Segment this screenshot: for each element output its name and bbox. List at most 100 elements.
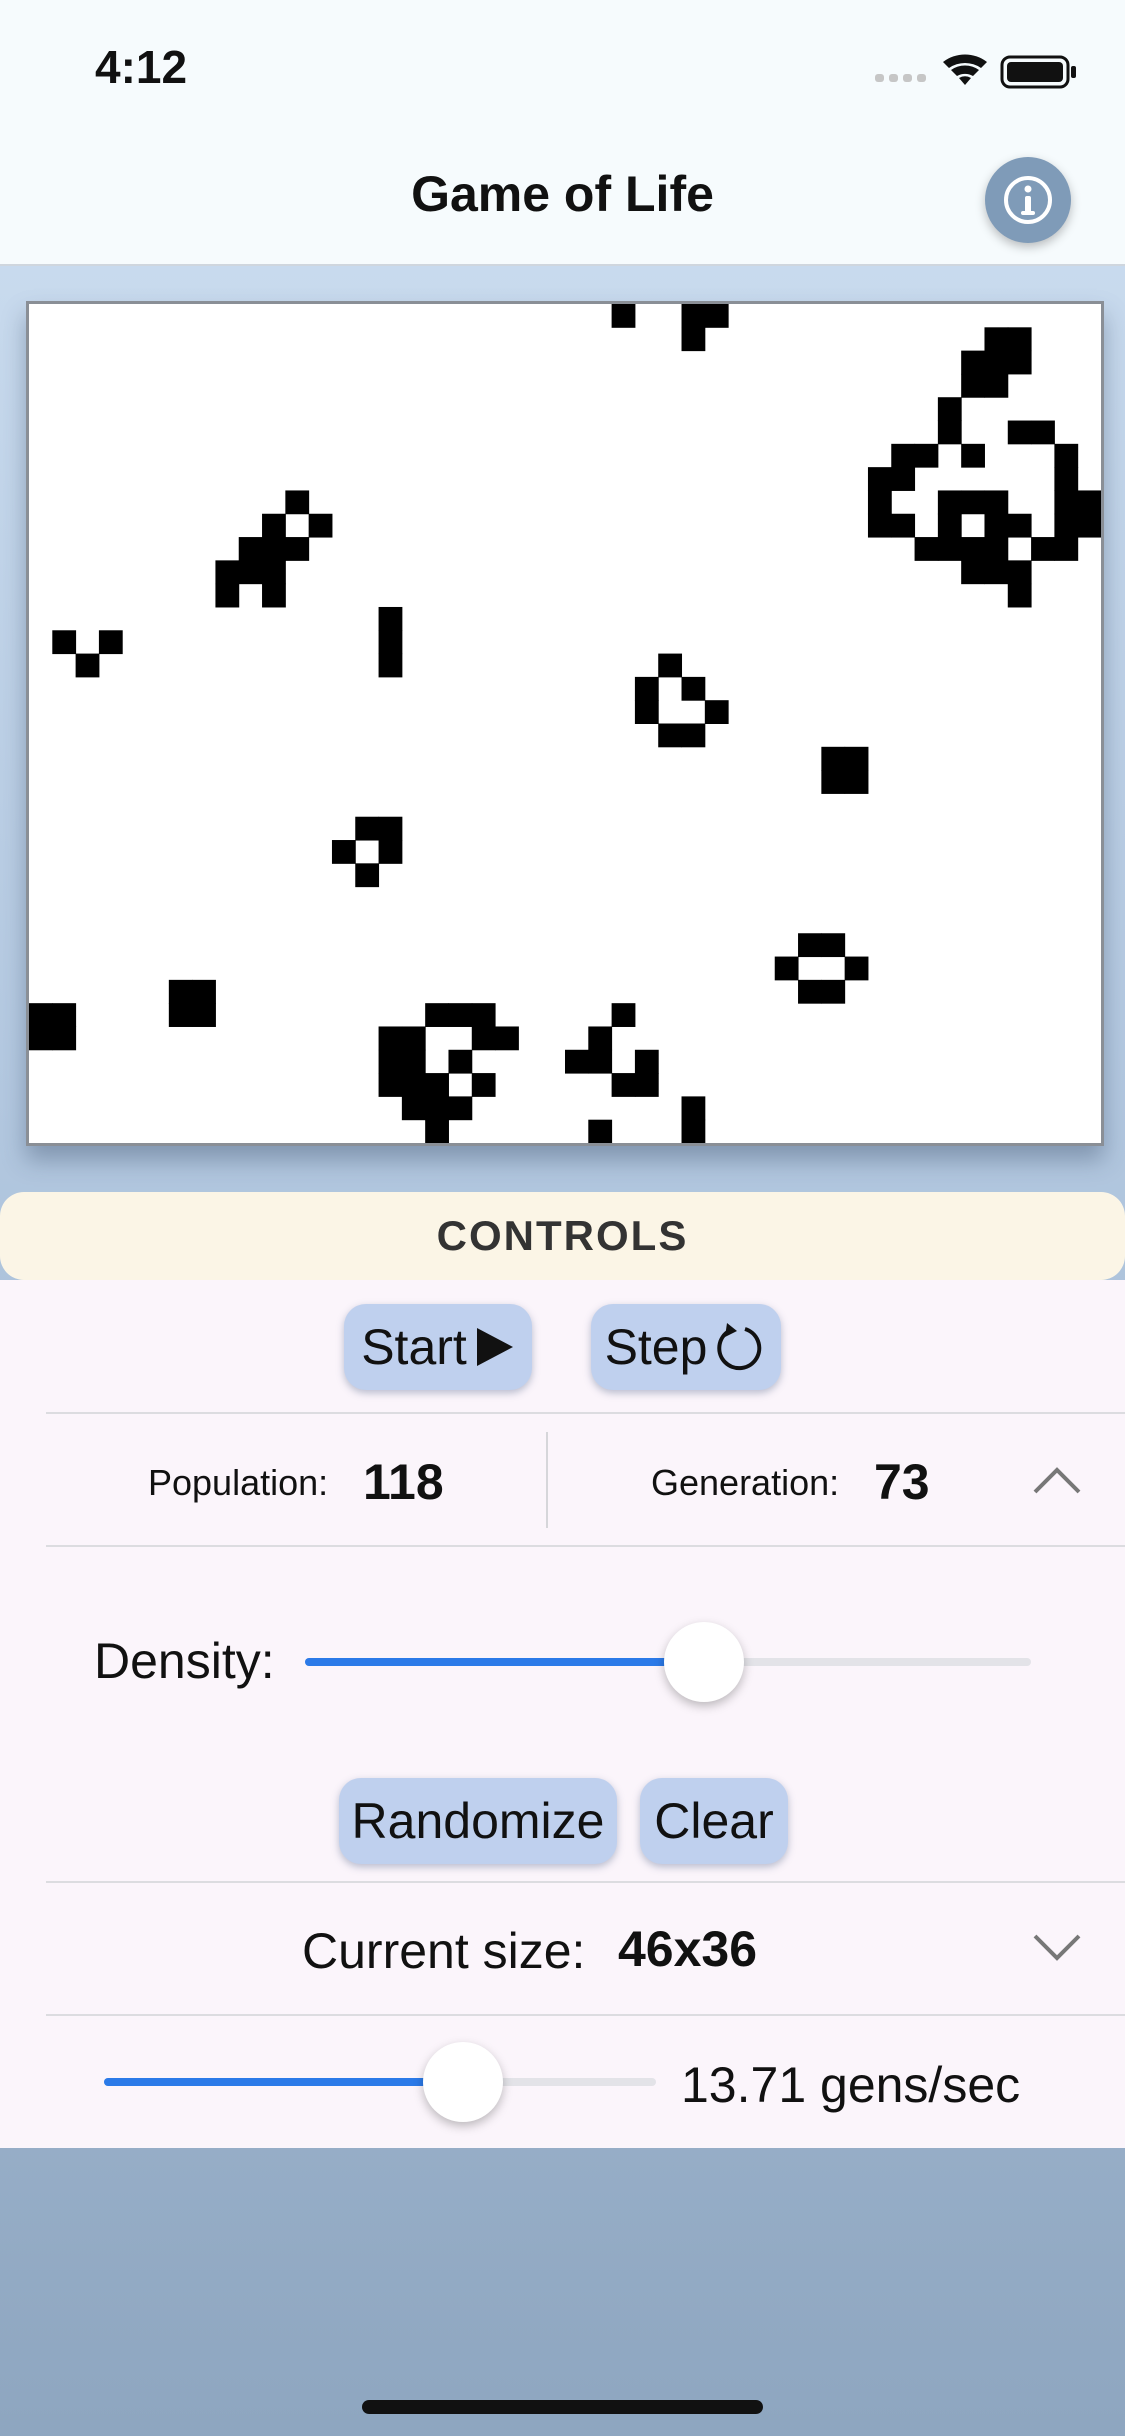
live-cell[interactable]	[401, 1026, 426, 1051]
live-cell[interactable]	[98, 630, 123, 655]
live-cell[interactable]	[378, 653, 403, 678]
live-cell[interactable]	[192, 979, 216, 1004]
live-cell[interactable]	[29, 1026, 53, 1051]
live-cell[interactable]	[891, 513, 916, 538]
live-cell[interactable]	[262, 560, 286, 585]
live-cell[interactable]	[961, 350, 985, 375]
live-cell[interactable]	[1007, 513, 1032, 538]
live-cell[interactable]	[168, 979, 193, 1004]
live-cell[interactable]	[961, 373, 985, 398]
life-grid-canvas[interactable]	[29, 304, 1101, 1143]
live-cell[interactable]	[1007, 350, 1032, 375]
live-cell[interactable]	[588, 1026, 613, 1051]
live-cell[interactable]	[1077, 513, 1101, 538]
live-cell[interactable]	[1054, 443, 1079, 468]
live-cell[interactable]	[867, 467, 892, 491]
live-cell[interactable]	[611, 1003, 636, 1027]
speed-slider[interactable]	[104, 2042, 656, 2122]
live-cell[interactable]	[285, 490, 310, 515]
live-cell[interactable]	[844, 746, 869, 771]
live-cell[interactable]	[1007, 420, 1032, 445]
chevron-down-icon[interactable]	[1032, 1932, 1082, 1962]
live-cell[interactable]	[658, 653, 683, 678]
live-cell[interactable]	[331, 840, 356, 864]
live-cell[interactable]	[262, 537, 286, 561]
live-cell[interactable]	[1031, 537, 1055, 561]
live-cell[interactable]	[634, 1073, 659, 1097]
live-cell[interactable]	[844, 956, 869, 981]
live-cell[interactable]	[937, 420, 962, 445]
live-cell[interactable]	[984, 350, 1009, 375]
live-cell[interactable]	[378, 630, 403, 655]
live-cell[interactable]	[425, 1119, 449, 1143]
live-cell[interactable]	[565, 1049, 589, 1074]
live-cell[interactable]	[168, 1003, 193, 1027]
live-cell[interactable]	[215, 560, 240, 585]
live-cell[interactable]	[798, 979, 822, 1004]
live-cell[interactable]	[658, 723, 683, 748]
live-cell[interactable]	[844, 770, 869, 794]
live-cell[interactable]	[52, 1026, 77, 1051]
live-cell[interactable]	[378, 1049, 403, 1074]
live-cell[interactable]	[471, 1073, 496, 1097]
live-cell[interactable]	[495, 1026, 519, 1051]
live-cell[interactable]	[634, 700, 659, 724]
live-cell[interactable]	[611, 304, 636, 328]
live-cell[interactable]	[75, 653, 100, 678]
live-cell[interactable]	[52, 1003, 77, 1027]
live-cell[interactable]	[425, 1096, 449, 1121]
live-cell[interactable]	[634, 676, 659, 701]
live-cell[interactable]	[984, 373, 1009, 398]
live-cell[interactable]	[448, 1049, 473, 1074]
live-cell[interactable]	[914, 443, 939, 468]
live-cell[interactable]	[821, 746, 846, 771]
live-cell[interactable]	[937, 537, 962, 561]
live-cell[interactable]	[1007, 327, 1032, 352]
live-cell[interactable]	[961, 443, 985, 468]
controls-header[interactable]: CONTROLS	[0, 1192, 1125, 1280]
live-cell[interactable]	[681, 1096, 706, 1121]
info-button[interactable]	[985, 157, 1071, 243]
live-cell[interactable]	[355, 863, 380, 888]
live-cell[interactable]	[937, 397, 962, 422]
live-cell[interactable]	[378, 1026, 403, 1051]
live-cell[interactable]	[937, 490, 962, 515]
live-cell[interactable]	[29, 1003, 53, 1027]
clear-button[interactable]: Clear	[640, 1778, 788, 1864]
live-cell[interactable]	[681, 327, 706, 352]
live-cell[interactable]	[1007, 583, 1032, 608]
live-cell[interactable]	[52, 630, 77, 655]
live-cell[interactable]	[425, 1003, 449, 1027]
live-cell[interactable]	[681, 676, 706, 701]
live-cell[interactable]	[378, 1073, 403, 1097]
live-cell[interactable]	[704, 700, 729, 724]
live-cell[interactable]	[448, 1003, 473, 1027]
live-cell[interactable]	[984, 327, 1009, 352]
live-cell[interactable]	[401, 1073, 426, 1097]
live-cell[interactable]	[937, 513, 962, 538]
live-cell[interactable]	[308, 513, 333, 538]
live-cell[interactable]	[634, 1049, 659, 1074]
live-cell[interactable]	[984, 513, 1009, 538]
live-cell[interactable]	[961, 490, 985, 515]
live-cell[interactable]	[262, 513, 286, 538]
step-button[interactable]: Step	[591, 1304, 781, 1390]
live-cell[interactable]	[891, 467, 916, 491]
randomize-button[interactable]: Randomize	[339, 1778, 617, 1864]
live-cell[interactable]	[425, 1073, 449, 1097]
live-cell[interactable]	[1054, 537, 1079, 561]
life-grid[interactable]	[26, 301, 1104, 1146]
density-slider-thumb[interactable]	[664, 1622, 744, 1702]
chevron-up-icon[interactable]	[1032, 1466, 1082, 1496]
live-cell[interactable]	[704, 304, 729, 328]
live-cell[interactable]	[1054, 490, 1079, 515]
live-cell[interactable]	[285, 537, 310, 561]
live-cell[interactable]	[588, 1049, 613, 1074]
live-cell[interactable]	[961, 537, 985, 561]
speed-slider-thumb[interactable]	[423, 2042, 503, 2122]
live-cell[interactable]	[774, 956, 799, 981]
live-cell[interactable]	[401, 1096, 426, 1121]
live-cell[interactable]	[984, 490, 1009, 515]
live-cell[interactable]	[984, 537, 1009, 561]
live-cell[interactable]	[914, 537, 939, 561]
